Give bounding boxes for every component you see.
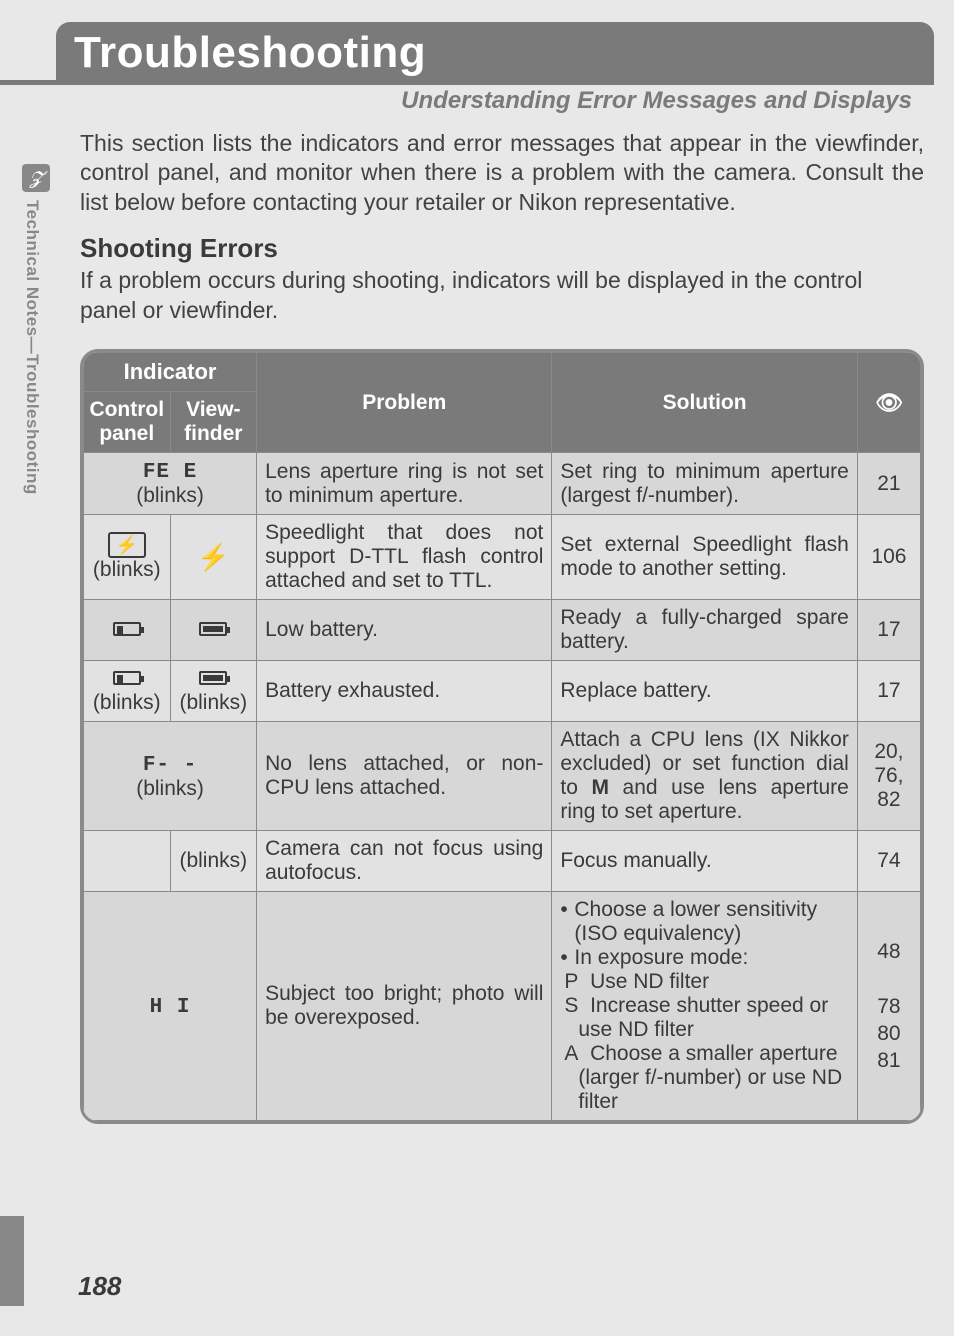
page-cell: 74 [857,831,920,892]
indicator-sub: (blinks) [93,691,161,714]
indicator-cell: F- - (blinks) [84,722,257,831]
problem-cell: Battery exhausted. [257,661,552,722]
page-ref: 80 [877,1022,900,1045]
page-cell: 21 [857,453,920,515]
problem-cell: Speedlight that does not support D-TTL f… [257,515,552,600]
indicator-sub: (blinks) [179,849,247,872]
solution-sub: P Use ND filter [560,970,848,994]
page-ref: 48 [877,940,900,963]
problem-cell: No lens attached, or non-CPU lens attach… [257,722,552,831]
section-text: If a problem occurs during shooting, ind… [80,266,924,325]
page-ref: 78 [877,995,900,1018]
problem-cell: Camera can not focus using autofocus. [257,831,552,892]
indicator-cell: FE E (blinks) [84,453,257,515]
indicator-sub: (blinks) [93,558,161,581]
flash-icon: ⚡ [197,542,229,572]
indicator-sub: (blinks) [136,484,204,507]
table-row: ⚡ (blinks) ⚡ Speedlight that does not su… [84,515,921,600]
solution-cell: Focus manually. [552,831,857,892]
flash-box-icon: ⚡ [108,532,146,558]
solution-sub: S Increase shutter speed or use ND filte… [560,994,848,1042]
section-heading: Shooting Errors [80,233,954,264]
solution-cell: Attach a CPU lens (IX Nikkor excluded) o… [552,722,857,831]
battery-full-icon [199,622,227,636]
page-ref-icon: 👁 [875,390,903,416]
indicator-text: FE E [143,461,197,484]
indicator-vf: (blinks) [170,661,257,722]
indicator-cp: (blinks) [84,661,171,722]
page-title-bar: Troubleshooting [56,22,934,80]
solution-cell: Set ring to minimum aperture (largest f/… [552,453,857,515]
indicator-sub: (blinks) [179,691,247,714]
intro-text: This section lists the indicators and er… [80,129,924,217]
table-head: Indicator Problem Solution 👁 Control pan… [84,353,921,453]
solution-cell: Choose a lower sensitivity (ISO equivale… [552,892,857,1121]
indicator-vf [170,600,257,661]
page-subtitle: Understanding Error Messages and Display… [0,87,912,115]
page-cell: 48 78 80 81 [857,892,920,1121]
problem-cell: Subject too bright; photo will be overex… [257,892,552,1121]
indicator-vf: ⚡ [170,515,257,600]
col-solution: Solution [552,353,857,453]
problem-cell: Low battery. [257,600,552,661]
indicator-sub: (blinks) [136,777,204,800]
table-row: (blinks) Camera can not focus using auto… [84,831,921,892]
solution-sub: A Choose a smaller aperture (larger f/-n… [560,1042,848,1114]
indicator-cp [84,831,171,892]
solution-item: Choose a lower sensitivity (ISO equivale… [560,898,848,946]
page-ref: 81 [877,1049,900,1072]
indicator-cell: H I [84,892,257,1121]
solution-cell: Set external Speedlight flash mode to an… [552,515,857,600]
indicator-text: F- - [143,754,197,777]
table-row: (blinks) (blinks) Battery exhausted. Rep… [84,661,921,722]
col-viewfinder: View-finder [170,392,257,453]
page-cell: 17 [857,600,920,661]
col-problem: Problem [257,353,552,453]
battery-full-icon [199,671,227,685]
indicator-vf: (blinks) [170,831,257,892]
col-control-panel: Control panel [84,392,171,453]
subtitle-bar: Understanding Error Messages and Display… [0,80,934,115]
battery-low-icon [113,671,141,685]
indicator-cp: ⚡ (blinks) [84,515,171,600]
problem-cell: Lens aperture ring is not set to minimum… [257,453,552,515]
page-number: 188 [78,1271,121,1302]
page-spine [0,1216,24,1306]
page-cell: 106 [857,515,920,600]
indicator-cp [84,600,171,661]
table-row: H I Subject too bright; photo will be ov… [84,892,921,1121]
table-row: Low battery. Ready a fully-charged spare… [84,600,921,661]
table-row: FE E (blinks) Lens aperture ring is not … [84,453,921,515]
page-cell: 20, 76, 82 [857,722,920,831]
side-tab-label: Technical Notes—Troubleshooting [22,200,42,495]
page-cell: 17 [857,661,920,722]
solution-cell: Ready a fully-charged spare battery. [552,600,857,661]
errors-table: Indicator Problem Solution 👁 Control pan… [80,349,924,1124]
indicator-text: H I [150,996,191,1019]
solution-item: In exposure mode: [560,946,848,970]
side-tab: 𝓩 Technical Notes—Troubleshooting [22,164,50,554]
notes-icon: 𝓩 [22,164,50,192]
page-title: Troubleshooting [74,28,916,78]
col-pageref: 👁 [857,353,920,453]
solution-cell: Replace battery. [552,661,857,722]
battery-low-icon [113,622,141,636]
col-indicator: Indicator [84,353,257,392]
table-row: F- - (blinks) No lens attached, or non-C… [84,722,921,831]
